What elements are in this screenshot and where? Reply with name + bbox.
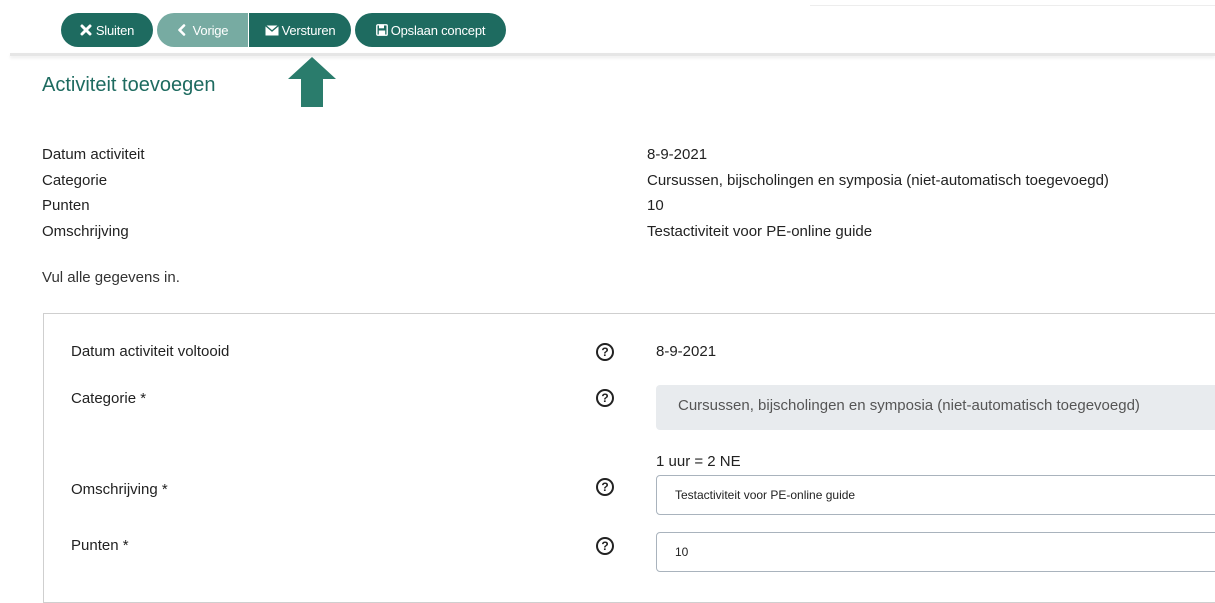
- date-completed-value: 8-9-2021: [656, 343, 717, 360]
- toolbar: Sluiten Vorige Versturen Opslaan concept: [0, 0, 1215, 56]
- close-icon: [80, 24, 92, 36]
- previous-button-label: Vorige: [192, 22, 229, 38]
- send-button-label: Versturen: [281, 22, 336, 38]
- points-conversion-note: 1 uur = 2 NE: [656, 453, 741, 470]
- close-button-label: Sluiten: [95, 22, 135, 38]
- previous-button[interactable]: Vorige: [157, 13, 248, 47]
- category-field: Cursussen, bijscholingen en symposia (ni…: [656, 385, 1215, 430]
- summary-label-description: Omschrijving: [42, 223, 129, 240]
- summary-value-points: 10: [647, 197, 664, 214]
- points-label: Punten *: [71, 537, 129, 554]
- help-icon-category[interactable]: ?: [596, 389, 614, 407]
- help-icon-points[interactable]: ?: [596, 537, 614, 555]
- page-title: Activiteit toevoegen: [42, 74, 216, 96]
- summary-value-category: Cursussen, bijscholingen en symposia (ni…: [647, 172, 1109, 189]
- send-button[interactable]: Versturen: [249, 13, 351, 47]
- help-icon-description[interactable]: ?: [596, 478, 614, 496]
- description-label: Omschrijving *: [71, 481, 168, 498]
- summary-label-points: Punten: [42, 197, 90, 214]
- summary-label-category: Categorie: [42, 172, 108, 189]
- form-instruction: Vul alle gegevens in.: [42, 269, 180, 286]
- chevron-left-icon: [177, 24, 185, 36]
- points-input[interactable]: [656, 532, 1215, 572]
- description-input[interactable]: [656, 475, 1215, 515]
- date-completed-label: Datum activiteit voltooid: [71, 343, 230, 360]
- category-label: Categorie *: [71, 390, 147, 407]
- help-icon-date[interactable]: ?: [596, 343, 614, 361]
- summary-value-date: 8-9-2021: [647, 146, 708, 163]
- save-draft-button-label: Opslaan concept: [390, 22, 486, 38]
- save-draft-button[interactable]: Opslaan concept: [355, 13, 506, 47]
- toolbar-bottom-border: [10, 53, 1215, 56]
- summary-value-description: Testactiviteit voor PE-online guide: [647, 223, 873, 240]
- close-button[interactable]: Sluiten: [61, 13, 153, 47]
- arrow-up-icon: [288, 57, 336, 107]
- summary-label-date: Datum activiteit: [42, 146, 145, 163]
- envelope-icon: [264, 24, 279, 35]
- toolbar-divider: [810, 5, 1215, 6]
- floppy-disk-icon: [375, 24, 388, 36]
